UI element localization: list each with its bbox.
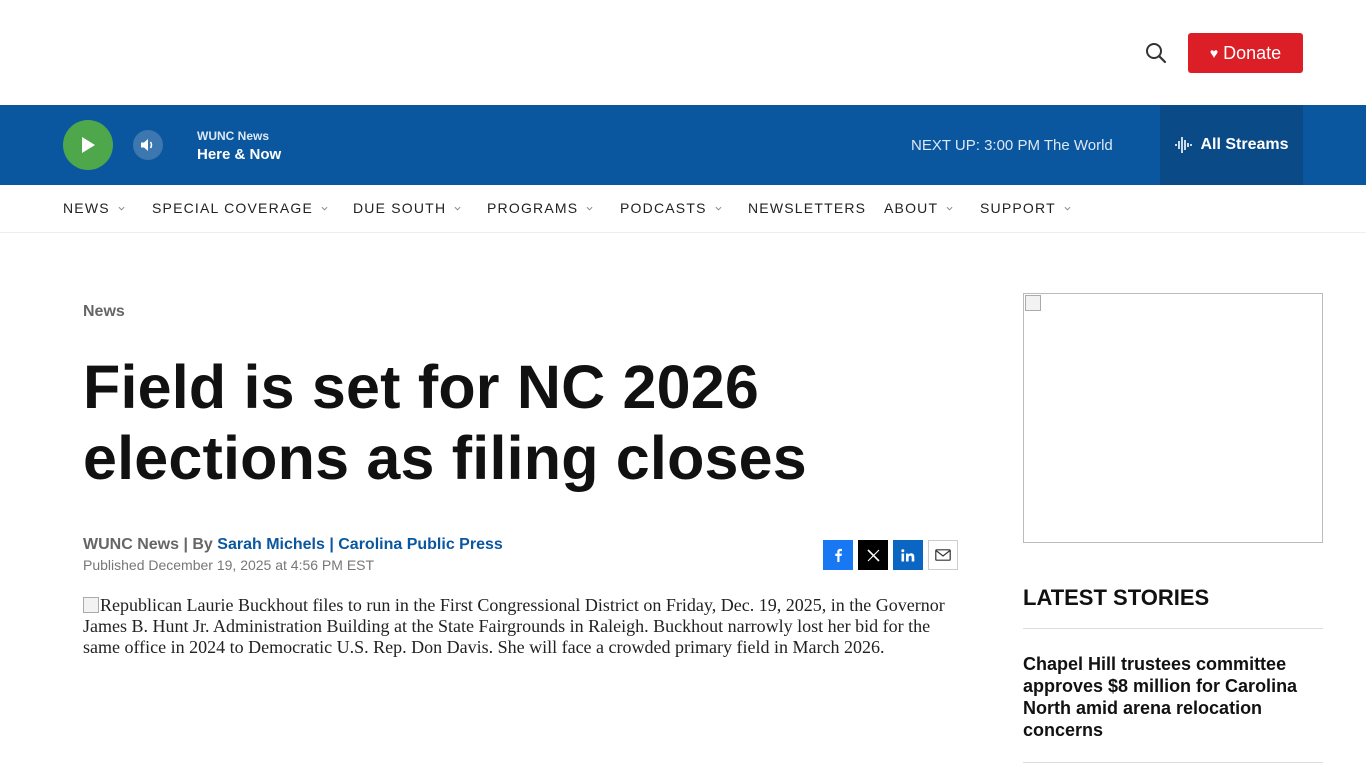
byline-prefix: WUNC News | By [83,536,213,553]
facebook-icon [835,548,842,562]
play-button[interactable] [63,120,113,170]
donate-button[interactable]: ♥ Donate [1188,33,1303,73]
heart-icon: ♥ [1209,45,1219,61]
author-link[interactable]: Sarah Michels | Carolina Public Press [217,536,502,553]
latest-stories-heading: LATEST STORIES [1023,585,1210,610]
audio-wave-icon [1175,137,1193,153]
divider [1023,628,1323,629]
next-up-value: 3:00 PM The World [984,137,1113,154]
chevron-down-icon [321,206,328,211]
nav-item-programs[interactable]: PROGRAMS [487,200,593,216]
broken-image-icon [83,597,99,613]
nav-item-label: DUE SOUTH [353,200,447,216]
chevron-down-icon [118,206,125,211]
nav-item-newsletters[interactable]: NEWSLETTERS [748,200,866,216]
nav-item-special-coverage[interactable]: SPECIAL COVERAGE [152,200,328,216]
lead-image-alt-text: Republican Laurie Buckhout files to run … [83,595,945,657]
nav-item-label: PODCASTS [620,200,707,216]
volume-button[interactable] [133,130,163,160]
site-header: ♥ Donate [0,0,1366,105]
next-up: NEXT UP: 3:00 PM The World [911,137,1113,154]
chevron-down-icon [946,206,953,211]
broken-image-icon [1025,295,1041,311]
article-headline: Field is set for NC 2026 elections as fi… [83,353,807,492]
search-icon[interactable] [1143,40,1169,66]
nav-item-due-south[interactable]: DUE SOUTH [353,200,461,216]
share-linkedin-button[interactable] [893,540,923,570]
all-streams-button[interactable]: All Streams [1160,105,1303,185]
nav-item-label: NEWS [63,200,110,216]
byline: WUNC News | By Sarah Michels | Carolina … [83,536,503,554]
chevron-down-icon [715,206,722,211]
section-label[interactable]: News [83,303,125,321]
main-nav: NEWS SPECIAL COVERAGE DUE SOUTH PROGRAMS… [0,185,1366,233]
nav-item-label: SUPPORT [980,200,1056,216]
nav-item-support[interactable]: SUPPORT [980,200,1071,216]
nav-item-news[interactable]: NEWS [63,200,125,216]
nav-item-label: NEWSLETTERS [748,200,867,216]
latest-story-link[interactable]: Chapel Hill trustees committee approves … [1023,653,1323,741]
nav-item-label: SPECIAL COVERAGE [152,200,314,216]
lead-image: Republican Laurie Buckhout files to run … [83,595,963,658]
nav-item-label: PROGRAMS [487,200,579,216]
chevron-down-icon [454,206,461,211]
share-x-button[interactable] [858,540,888,570]
volume-icon [141,139,153,151]
sidebar-ad[interactable] [1023,293,1323,543]
all-streams-label: All Streams [1200,136,1289,153]
share-facebook-button[interactable] [823,540,853,570]
published-date: Published December 19, 2025 at 4:56 PM E… [83,557,375,573]
mail-icon [935,549,951,561]
donate-label: Donate [1223,42,1282,63]
live-player-bar: WUNC News Here & Now NEXT UP: 3:00 PM Th… [0,105,1366,185]
nav-item-about[interactable]: ABOUT [884,200,953,216]
play-icon [82,137,95,153]
chevron-down-icon [586,206,593,211]
x-icon [866,548,880,562]
next-up-label: NEXT UP: [911,137,980,154]
divider [1023,762,1323,763]
share-email-button[interactable] [928,540,958,570]
nav-item-label: ABOUT [884,200,939,216]
nav-item-podcasts[interactable]: PODCASTS [620,200,722,216]
chevron-down-icon [1064,206,1071,211]
now-playing-station: WUNC News [197,129,270,143]
linkedin-icon [901,548,915,561]
now-playing-show[interactable]: Here & Now [197,146,281,163]
